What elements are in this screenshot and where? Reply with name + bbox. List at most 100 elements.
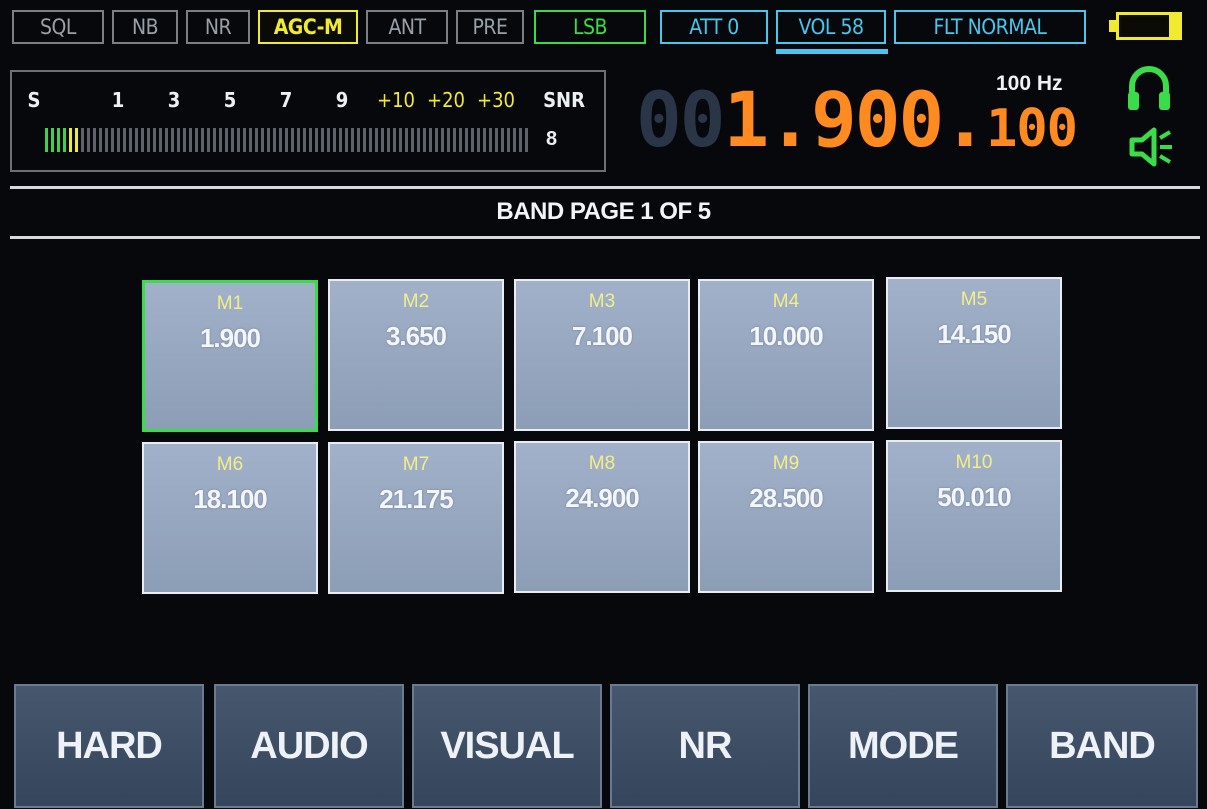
smeter-segment <box>525 128 528 152</box>
smeter-segment <box>321 128 324 152</box>
speaker-icon[interactable] <box>1126 122 1176 172</box>
smeter-segment <box>495 128 498 152</box>
smeter-segment <box>507 128 510 152</box>
smeter-segment <box>75 128 78 152</box>
smeter-segment <box>369 128 372 152</box>
smeter-segment <box>237 128 240 152</box>
smeter-segment <box>213 128 216 152</box>
smeter-segment <box>417 128 420 152</box>
smeter-segment <box>315 128 318 152</box>
smeter-segment <box>435 128 438 152</box>
memory-button-m3[interactable]: M3 7.100 <box>514 279 690 431</box>
smeter-segment <box>399 128 402 152</box>
memory-button-m6[interactable]: M6 18.100 <box>142 442 318 594</box>
smeter-segment <box>423 128 426 152</box>
memory-button-m1[interactable]: M1 1.900 <box>142 280 318 432</box>
smeter-segment <box>45 128 48 152</box>
smeter-segment <box>219 128 222 152</box>
memory-name: M6 <box>216 454 244 475</box>
battery-icon <box>1109 12 1185 40</box>
memory-frequency: 1.900 <box>199 323 261 353</box>
smeter-segment <box>393 128 396 152</box>
audio-button[interactable]: AUDIO <box>214 684 404 808</box>
att-indicator[interactable]: ATT 0 <box>660 10 768 44</box>
frequency-main: 1.900. <box>723 75 989 164</box>
memory-frequency: 24.900 <box>565 483 640 513</box>
pre-toggle[interactable]: PRE <box>456 10 524 44</box>
smeter-segment <box>141 128 144 152</box>
snr-value: 8 <box>546 128 558 150</box>
smeter-segment <box>411 128 414 152</box>
smeter-label-plus10: +10 <box>377 88 415 112</box>
smeter-segment <box>453 128 456 152</box>
memory-button-m5[interactable]: M5 14.150 <box>886 277 1062 429</box>
nr-button[interactable]: NR <box>610 684 800 808</box>
memory-button-m7[interactable]: M7 21.175 <box>328 442 504 594</box>
smeter-label-s: S <box>27 88 41 112</box>
signal-level-bar <box>45 128 531 152</box>
smeter-label-7: 7 <box>279 88 293 112</box>
smeter-segment <box>177 128 180 152</box>
memory-button-m9[interactable]: M9 28.500 <box>698 441 874 593</box>
mode-indicator[interactable]: LSB <box>534 10 646 44</box>
memory-button-m2[interactable]: M2 3.650 <box>328 279 504 431</box>
smeter-segment <box>153 128 156 152</box>
memory-name: M8 <box>588 453 616 474</box>
smeter-segment <box>279 128 282 152</box>
smeter-label-3: 3 <box>167 88 181 112</box>
memory-frequency: 3.650 <box>385 321 447 351</box>
smeter-segment <box>207 128 210 152</box>
smeter-segment <box>465 128 468 152</box>
smeter-segment <box>267 128 270 152</box>
memory-button-m10[interactable]: M10 50.010 <box>886 440 1062 592</box>
smeter-segment <box>93 128 96 152</box>
smeter-segment <box>195 128 198 152</box>
snr-label: SNR <box>543 88 585 112</box>
smeter-label-5: 5 <box>223 88 237 112</box>
ant-toggle[interactable]: ANT <box>366 10 448 44</box>
smeter-segment <box>339 128 342 152</box>
smeter-segment <box>519 128 522 152</box>
smeter-segment <box>147 128 150 152</box>
smeter-segment <box>261 128 264 152</box>
smeter-segment <box>363 128 366 152</box>
memory-frequency: 21.175 <box>379 484 454 514</box>
header-divider-top <box>10 186 1200 189</box>
smeter-segment <box>333 128 336 152</box>
smeter-segment <box>111 128 114 152</box>
tuning-step[interactable]: 100 Hz <box>996 72 1063 96</box>
smeter-segment <box>129 128 132 152</box>
mode-button[interactable]: MODE <box>808 684 998 808</box>
smeter-segment <box>69 128 72 152</box>
smeter-segment <box>243 128 246 152</box>
hard-button[interactable]: HARD <box>14 684 204 808</box>
smeter-segment <box>231 128 234 152</box>
sql-toggle[interactable]: SQL <box>12 10 104 44</box>
smeter-label-9: 9 <box>335 88 349 112</box>
headphone-icon[interactable] <box>1124 64 1174 114</box>
smeter-segment <box>477 128 480 152</box>
filter-indicator[interactable]: FLT NORMAL <box>894 10 1086 44</box>
visual-button[interactable]: VISUAL <box>412 684 602 808</box>
smeter-segment <box>489 128 492 152</box>
memory-button-m4[interactable]: M4 10.000 <box>698 279 874 431</box>
smeter-segment <box>375 128 378 152</box>
smeter-segment <box>189 128 192 152</box>
nr-toggle[interactable]: NR <box>186 10 250 44</box>
smeter-segment <box>447 128 450 152</box>
smeter-segment <box>285 128 288 152</box>
agc-toggle[interactable]: AGC-M <box>258 10 358 44</box>
volume-indicator[interactable]: VOL 58 <box>776 10 886 44</box>
smeter-segment <box>81 128 84 152</box>
smeter-segment <box>183 128 186 152</box>
memory-name: M7 <box>402 454 430 475</box>
memory-frequency: 28.500 <box>749 483 824 513</box>
smeter-segment <box>51 128 54 152</box>
smeter-segment <box>135 128 138 152</box>
memory-button-m8[interactable]: M8 24.900 <box>514 441 690 593</box>
nb-toggle[interactable]: NB <box>112 10 178 44</box>
smeter-segment <box>513 128 516 152</box>
band-button[interactable]: BAND <box>1006 684 1198 808</box>
smeter-segment <box>99 128 102 152</box>
smeter-segment <box>483 128 486 152</box>
